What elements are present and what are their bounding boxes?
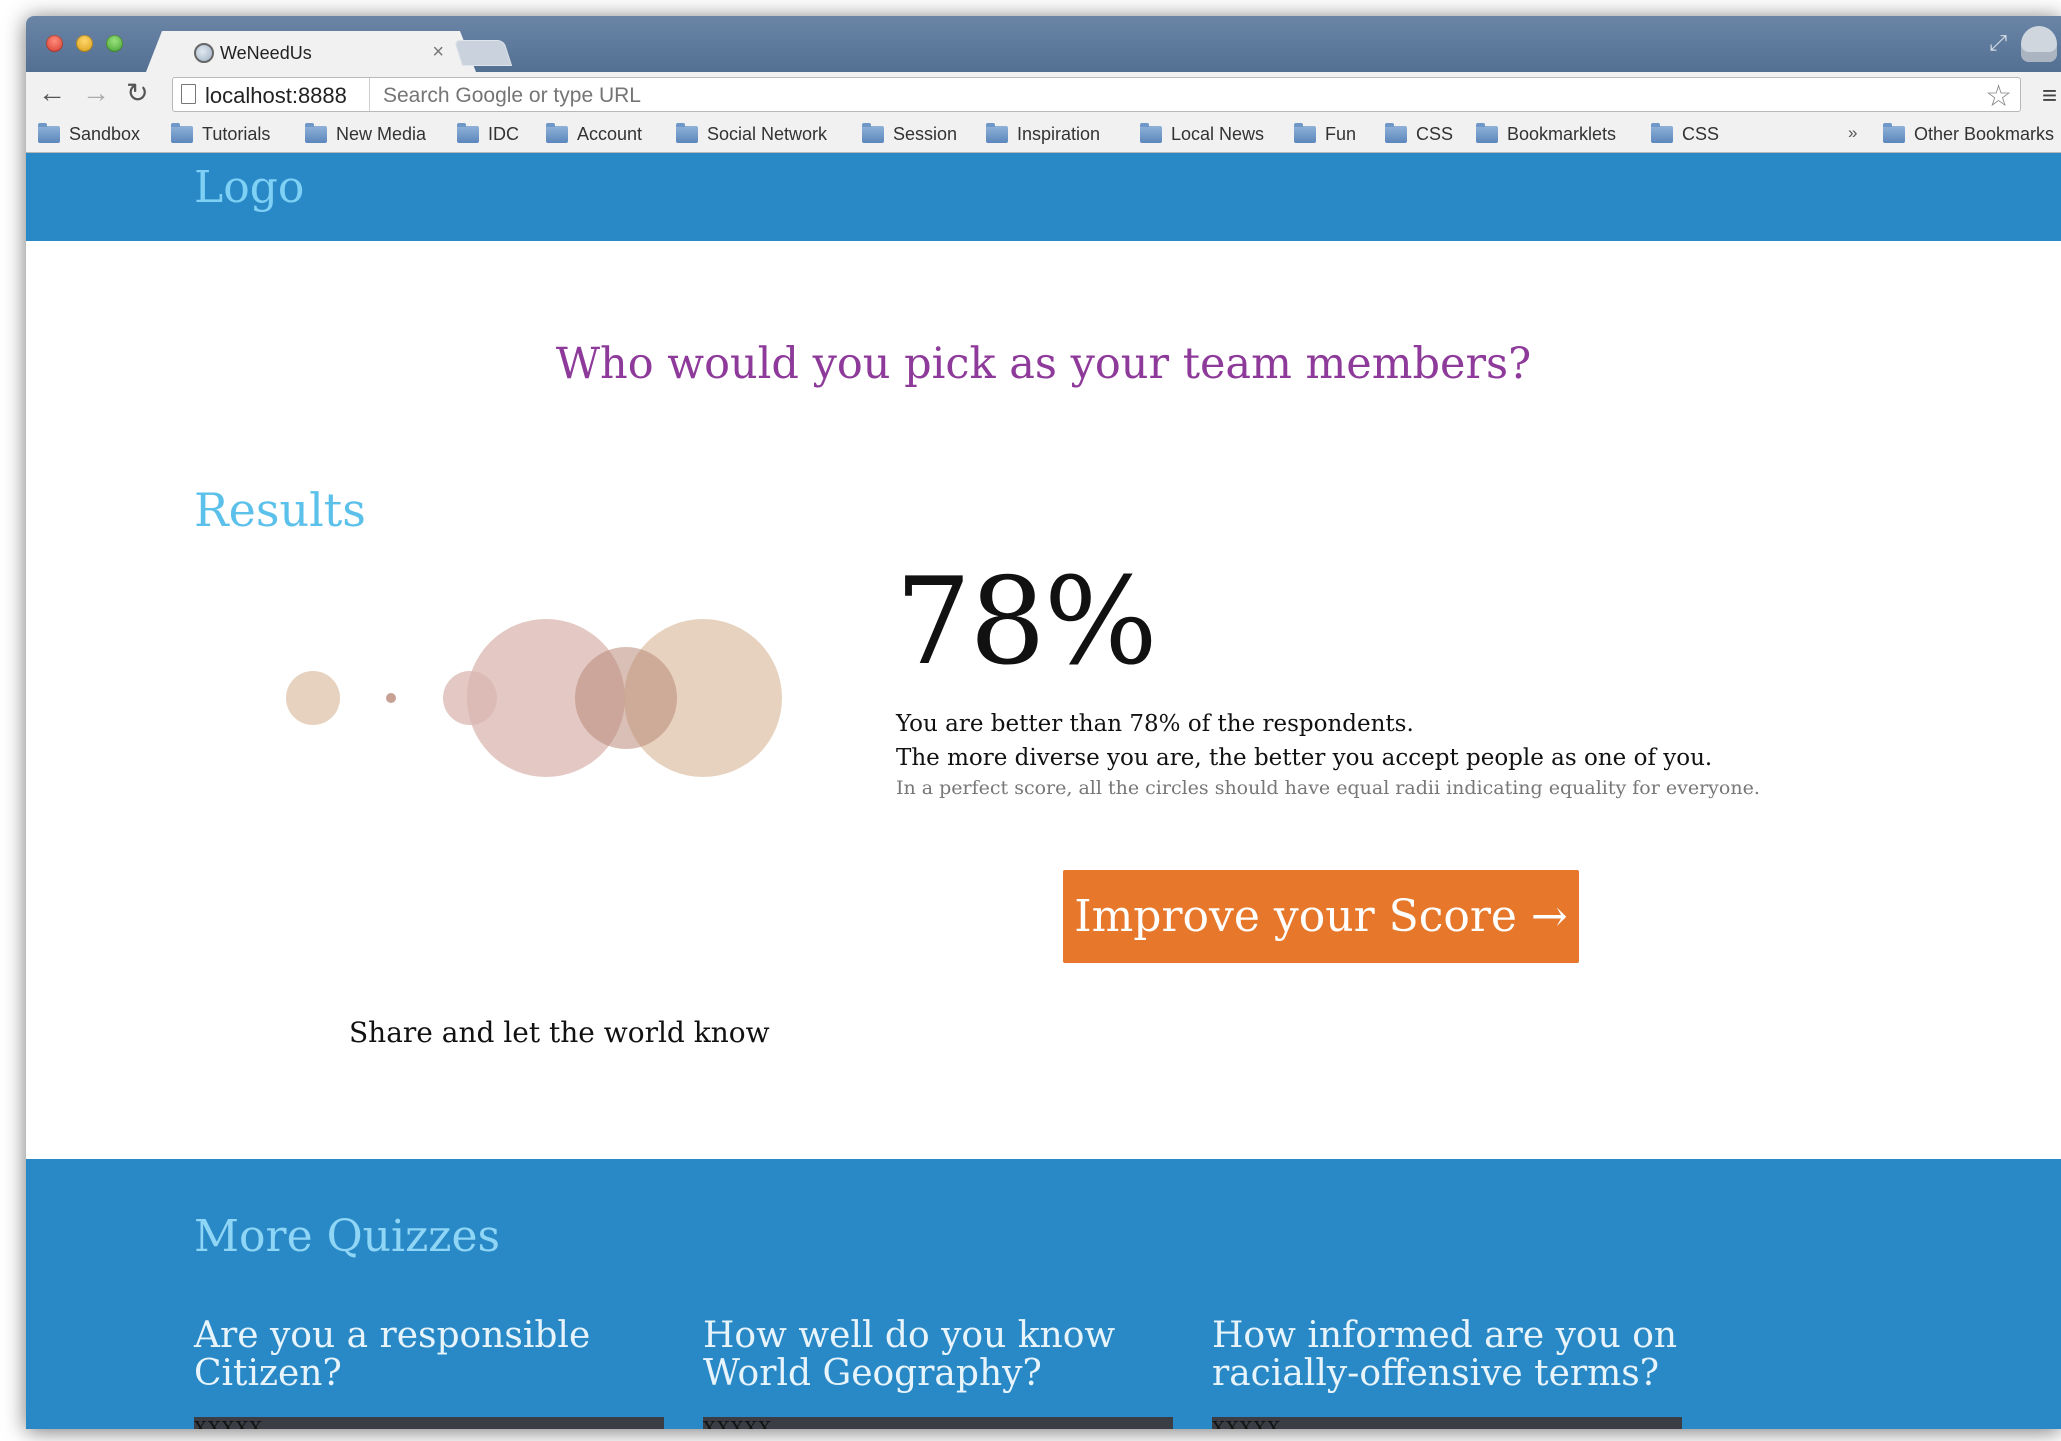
- window-maximize-button[interactable]: [106, 35, 123, 52]
- tab-close-icon[interactable]: ×: [432, 41, 444, 64]
- quiz-title-line: Are you a responsible: [194, 1315, 591, 1356]
- search-input[interactable]: [383, 84, 1783, 108]
- bookmark-label: Fun: [1325, 124, 1357, 144]
- quiz-card-geography[interactable]: How well do you know World Geography?: [703, 1317, 1173, 1393]
- site-logo[interactable]: Logo: [194, 162, 304, 213]
- incognito-icon: [2021, 26, 2057, 62]
- bookmarks-bar: Sandbox Tutorials New Media IDC Account …: [26, 117, 2061, 153]
- quiz-title: Are you a responsible Citizen?: [194, 1317, 664, 1393]
- score-description: You are better than 78% of the responden…: [896, 711, 1414, 737]
- browser-window: WeNeedUs × ⤢ ← → ↻ localhost:8888 ☆ ≡ Sa…: [26, 16, 2061, 1429]
- window-close-button[interactable]: [46, 35, 63, 52]
- folder-icon: [171, 123, 193, 143]
- bookmark-label: Bookmarklets: [1507, 124, 1617, 144]
- folder-icon: [1883, 123, 1905, 143]
- quiz-tag: XXXXX: [194, 1418, 264, 1429]
- reload-icon[interactable]: ↻: [126, 78, 149, 108]
- folder-icon: [986, 123, 1008, 143]
- bookmark-star-icon[interactable]: ☆: [1985, 79, 2012, 114]
- quiz-title-line: How informed are you on: [1212, 1315, 1678, 1356]
- quiz-card-bar[interactable]: XXXXX: [703, 1417, 1173, 1429]
- address-bar[interactable]: localhost:8888 ☆: [172, 77, 2021, 114]
- results-bubble-chart: [286, 619, 782, 777]
- more-quizzes-section: More Quizzes Are you a responsible Citize…: [26, 1159, 2061, 1429]
- folder-icon: [1385, 123, 1407, 143]
- page-icon: [181, 84, 196, 104]
- bookmark-label: Other Bookmarks: [1914, 124, 2055, 144]
- bubble-circle: [575, 647, 677, 749]
- bubble-circle: [386, 693, 396, 703]
- forward-arrow-icon[interactable]: →: [82, 78, 110, 108]
- quiz-card-bar[interactable]: XXXXX: [194, 1417, 664, 1429]
- score-explanation: The more diverse you are, the better you…: [896, 745, 1713, 771]
- bookmark-label: Local News: [1171, 124, 1265, 144]
- quiz-title-line: Citizen?: [194, 1353, 342, 1394]
- quiz-title: How well do you know World Geography?: [703, 1317, 1173, 1393]
- results-title: Results: [194, 483, 366, 537]
- fullscreen-icon[interactable]: ⤢: [1989, 30, 2007, 56]
- folder-icon: [1476, 123, 1498, 143]
- folder-icon: [305, 123, 327, 143]
- globe-favicon-icon: [194, 43, 214, 63]
- bookmark-label: Tutorials: [202, 124, 271, 144]
- browser-tab[interactable]: WeNeedUs ×: [146, 31, 476, 72]
- folder-icon: [676, 123, 698, 143]
- score-percentage: 78%: [895, 553, 1158, 692]
- quiz-card-citizen[interactable]: Are you a responsible Citizen?: [194, 1317, 664, 1393]
- folder-icon: [38, 123, 60, 143]
- folder-icon: [862, 123, 884, 143]
- browser-titlebar: WeNeedUs × ⤢: [26, 16, 2061, 72]
- bookmark-label: Account: [577, 124, 643, 144]
- folder-icon: [1651, 123, 1673, 143]
- menu-icon[interactable]: ≡: [2042, 80, 2057, 111]
- folder-icon: [546, 123, 568, 143]
- quiz-title-line: How well do you know: [703, 1315, 1116, 1356]
- bookmark-label: Inspiration: [1017, 124, 1101, 144]
- quiz-title: How informed are you on racially-offensiv…: [1212, 1317, 1682, 1393]
- quiz-card-bar[interactable]: XXXXX: [1212, 1417, 1682, 1429]
- quiz-tag: XXXXX: [703, 1418, 773, 1429]
- quiz-card-racial-terms[interactable]: How informed are you on racially-offensiv…: [1212, 1317, 1682, 1393]
- url-host[interactable]: localhost:8888: [205, 83, 347, 109]
- bookmarks-overflow-chevron[interactable]: »: [1848, 123, 1857, 143]
- bookmark-label: New Media: [336, 124, 427, 144]
- bookmark-label: Session: [893, 124, 958, 144]
- site-header: Logo: [26, 153, 2061, 241]
- back-arrow-icon[interactable]: ←: [38, 78, 66, 108]
- bookmark-label: Sandbox: [69, 124, 141, 144]
- improve-score-button[interactable]: Improve your Score →: [1063, 870, 1579, 963]
- tab-title: WeNeedUs: [220, 43, 312, 63]
- quiz-question: Who would you pick as your team members?: [555, 339, 1532, 389]
- share-prompt: Share and let the world know: [349, 1016, 770, 1049]
- score-note: In a perfect score, all the circles shou…: [896, 777, 1760, 799]
- quiz-title-line: World Geography?: [703, 1353, 1042, 1394]
- quiz-title-line: racially-offensive terms?: [1212, 1353, 1660, 1394]
- quiz-tag: XXXXX: [1212, 1418, 1282, 1429]
- more-quizzes-title: More Quizzes: [194, 1211, 501, 1262]
- page-viewport: Logo Who would you pick as your team mem…: [26, 153, 2061, 1429]
- folder-icon: [1140, 123, 1162, 143]
- bookmark-label: IDC: [488, 124, 519, 144]
- bookmark-label: CSS: [1416, 124, 1454, 144]
- bookmark-label: CSS: [1682, 124, 1720, 144]
- browser-toolbar: ← → ↻ localhost:8888 ☆ ≡: [26, 72, 2061, 117]
- window-minimize-button[interactable]: [76, 35, 93, 52]
- omnibox-divider: [369, 78, 370, 111]
- folder-icon: [457, 123, 479, 143]
- new-tab-button[interactable]: [453, 40, 513, 66]
- bookmark-label: Social Network: [707, 124, 828, 144]
- folder-icon: [1294, 123, 1316, 143]
- bubble-circle: [286, 671, 340, 725]
